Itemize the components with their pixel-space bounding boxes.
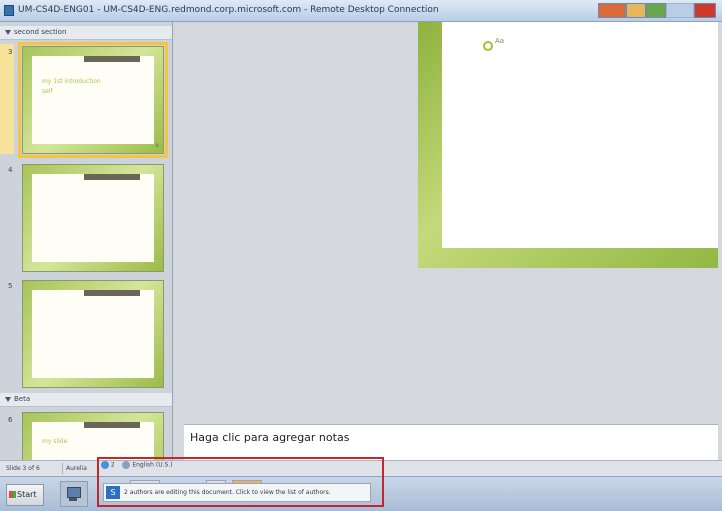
slide-title-text: my slide xyxy=(42,438,68,445)
restore-window-icon[interactable] xyxy=(626,3,646,18)
window-title-bar: UM-CS4D-ENG01 - UM-CS4D-ENG.redmond.corp… xyxy=(0,0,722,22)
slide-thumbnail[interactable] xyxy=(22,164,164,272)
highlight-box xyxy=(97,457,384,507)
start-button[interactable]: Start xyxy=(6,484,44,506)
windows-flag-icon xyxy=(9,491,16,498)
collapse-triangle-icon[interactable] xyxy=(5,397,11,402)
remote-desktop-icon xyxy=(4,5,14,16)
window-title: UM-CS4D-ENG01 - UM-CS4D-ENG.redmond.corp… xyxy=(18,5,439,15)
theme-name: Aurelia xyxy=(66,465,87,472)
minimize-button[interactable] xyxy=(666,3,694,18)
section-header[interactable]: second section xyxy=(0,26,172,40)
slide-number: 3 xyxy=(8,48,13,56)
section-name: second section xyxy=(14,28,67,36)
slide-thumbnail[interactable]: my slide xyxy=(22,412,164,460)
connection-bar-icon[interactable] xyxy=(598,3,626,18)
selected-slide-indicator xyxy=(0,44,14,154)
section-header[interactable]: Beta xyxy=(0,393,172,407)
slide-number: 5 xyxy=(8,282,13,290)
taskbar-app-remote-desktop[interactable] xyxy=(60,481,88,507)
section-name: Beta xyxy=(14,395,31,403)
computer-icon xyxy=(67,487,81,498)
notes-placeholder[interactable]: Haga clic para agregar notas xyxy=(190,431,349,444)
slide-number: 4 xyxy=(8,166,13,174)
close-button[interactable] xyxy=(694,3,716,18)
slide-count: Slide 3 of 6 xyxy=(6,465,40,472)
slide-bullet-text[interactable]: Aa xyxy=(495,37,504,45)
collapse-triangle-icon[interactable] xyxy=(5,30,11,35)
slide-canvas[interactable]: Aa xyxy=(418,22,718,268)
slides-pane: second section 3 my 1st introduction sel… xyxy=(0,22,173,460)
slide-number: 6 xyxy=(8,416,13,424)
slide-thumbnail[interactable] xyxy=(22,280,164,388)
slide-badge: e xyxy=(155,142,159,149)
bullet-icon xyxy=(483,41,493,51)
slide-thumbnail[interactable]: my 1st introduction self e xyxy=(18,42,168,158)
slide-subtitle-text: self xyxy=(42,88,53,95)
options-icon[interactable] xyxy=(646,3,666,18)
notes-pane[interactable]: Haga clic para agregar notas xyxy=(184,424,718,460)
slide-title-text: my 1st introduction xyxy=(42,78,101,85)
window-controls xyxy=(598,3,716,18)
